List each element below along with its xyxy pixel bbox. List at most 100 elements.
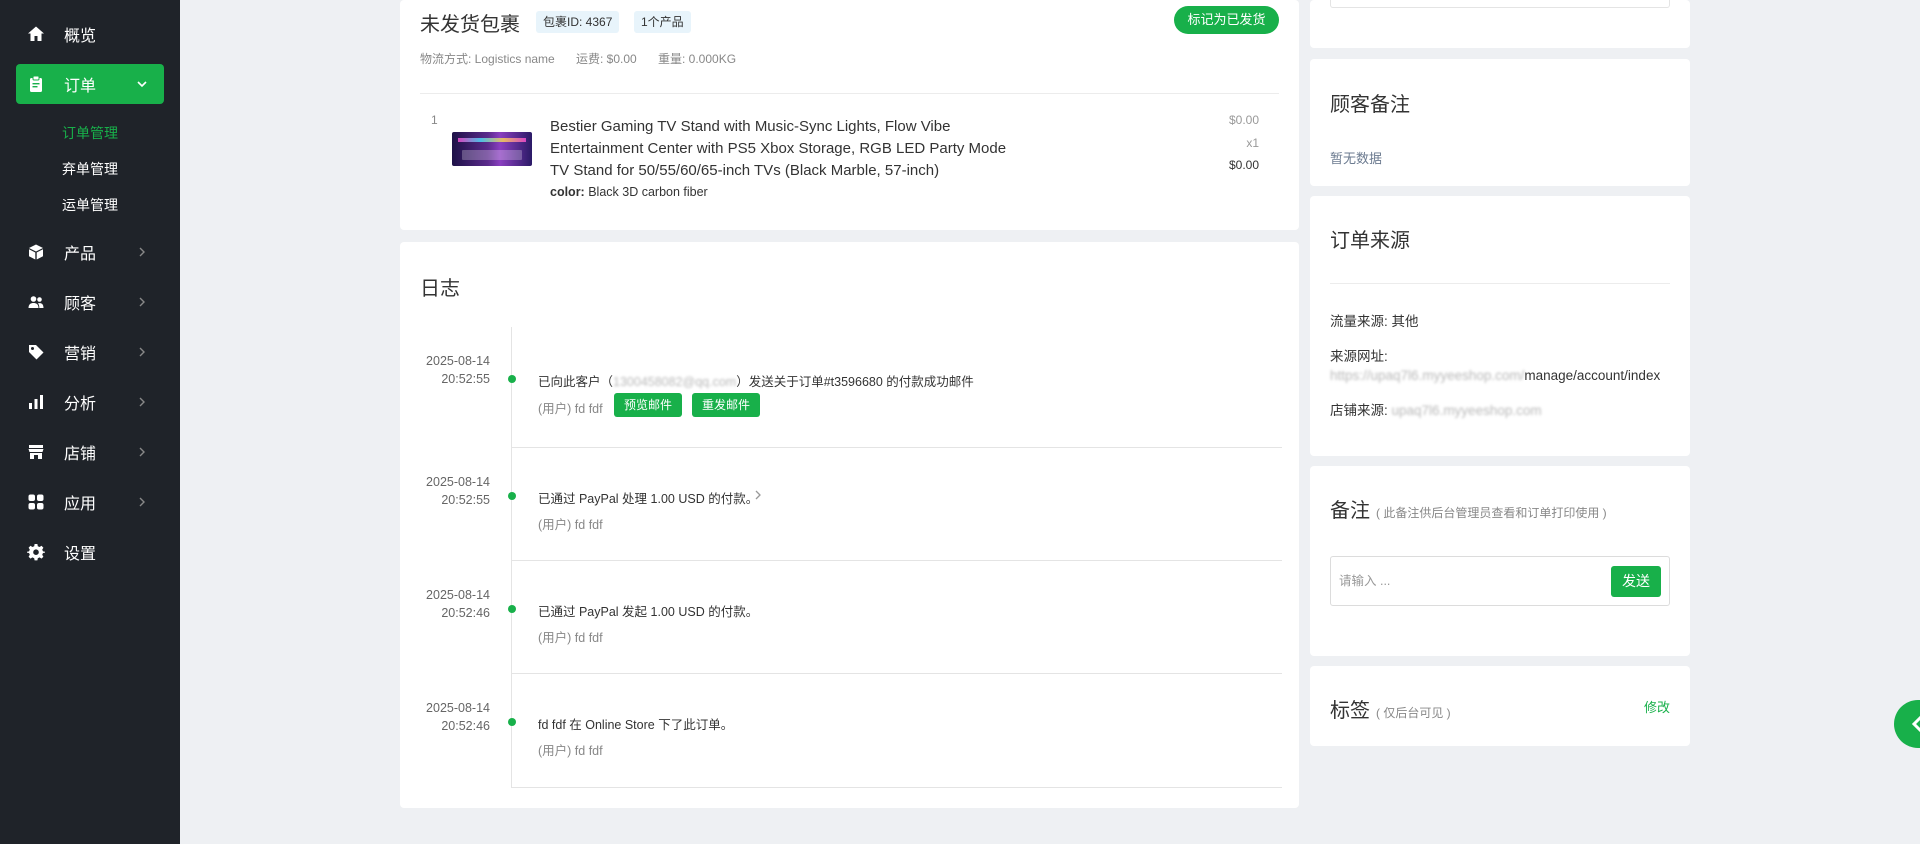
sidebar-item-store[interactable]: 店铺 xyxy=(16,432,164,472)
scrolled-field-edge xyxy=(1330,0,1670,8)
sidebar-subitem-shipments[interactable]: 运单管理 xyxy=(62,195,118,215)
log-separator xyxy=(512,787,1282,788)
log-entry: 2025-08-14 20:52:55 已向此客户（1300458082@qq.… xyxy=(400,327,1302,448)
log-message: 已通过 PayPal 发起 1.00 USD 的付款。 xyxy=(538,605,759,619)
line-item-index: 1 xyxy=(431,113,438,127)
sidebar-item-label: 订单 xyxy=(64,78,97,95)
sidebar-item-label: 店铺 xyxy=(64,446,97,463)
log-user: (用户) fd fdf xyxy=(538,402,603,416)
home-icon xyxy=(26,24,46,44)
sidebar-item-marketing[interactable]: 营销 xyxy=(16,332,164,372)
package-id-badge: 包裹ID: 4367 xyxy=(536,11,620,33)
product-thumbnail[interactable] xyxy=(452,132,532,166)
chevron-right-icon xyxy=(139,297,145,307)
traffic-source-label: 流量来源: xyxy=(1330,314,1392,329)
timeline-dot xyxy=(508,492,516,500)
store-source-value: upaq7l6.myyeeshop.com xyxy=(1391,403,1542,418)
timeline-dot xyxy=(508,375,516,383)
product-count-badge: 1个产品 xyxy=(634,11,691,33)
log-user: (用户) fd fdf xyxy=(538,744,603,758)
sidebar-item-label: 产品 xyxy=(64,246,97,263)
mark-shipped-button[interactable]: 标记为已发货 xyxy=(1174,6,1279,34)
divider xyxy=(1330,283,1670,284)
sidebar-item-label: 设置 xyxy=(64,546,97,563)
store-source: 店铺来源: upaq7l6.myyeeshop.com xyxy=(1330,401,1680,420)
timeline-dot xyxy=(508,605,516,613)
log-entry: 2025-08-14 20:52:46 已通过 PayPal 发起 1.00 U… xyxy=(400,561,1302,674)
sidebar-item-label: 顾客 xyxy=(64,296,97,313)
log-time: 20:52:46 xyxy=(441,719,490,733)
gear-icon xyxy=(26,542,46,562)
remarks-header: 备注 ( 此备注供后台管理员查看和订单打印使用 ) xyxy=(1330,494,1607,523)
log-time: 20:52:46 xyxy=(441,606,490,620)
log-time: 20:52:55 xyxy=(441,372,490,386)
quantity: x1 xyxy=(1246,136,1259,150)
shipping-fee: 运费: $0.00 xyxy=(576,52,637,66)
variant-value: Black 3D carbon fiber xyxy=(588,185,708,199)
log-date: 2025-08-14 xyxy=(426,701,490,715)
order-source-card: 订单来源 流量来源: 其他 来源网址: https://upaq7l6.myye… xyxy=(1310,196,1690,456)
chevron-down-icon xyxy=(137,81,147,88)
remarks-card: 备注 ( 此备注供后台管理员查看和订单打印使用 ) 发送 xyxy=(1310,466,1690,656)
clipboard-icon xyxy=(26,74,46,94)
package-weight: 重量: 0.000KG xyxy=(658,52,737,66)
log-card: 日志 2025-08-14 20:52:55 已向此客户（1300458082@… xyxy=(400,242,1299,808)
remarks-input[interactable] xyxy=(1339,569,1589,593)
sidebar-item-products[interactable]: 产品 xyxy=(16,232,164,272)
log-timestamp: 2025-08-14 20:52:55 xyxy=(400,473,490,509)
edit-tags-link[interactable]: 修改 xyxy=(1644,697,1670,716)
chevron-right-icon xyxy=(139,447,145,457)
chevron-left-icon xyxy=(1911,715,1920,733)
log-time: 20:52:55 xyxy=(441,493,490,507)
sidebar-subitem-abandoned-orders[interactable]: 弃单管理 xyxy=(62,159,118,179)
log-date: 2025-08-14 xyxy=(426,354,490,368)
log-date: 2025-08-14 xyxy=(426,588,490,602)
log-user: (用户) fd fdf xyxy=(538,518,603,532)
divider xyxy=(420,93,1279,94)
product-variant: color: Black 3D carbon fiber xyxy=(550,185,708,199)
sidebar: 概览 订单 订单管理 弃单管理 运单管理 产品 顾客 营销 分析 店铺 应用 设… xyxy=(0,0,180,844)
customer-notes-empty: 暂无数据 xyxy=(1330,151,1383,166)
sidebar-item-label: 概览 xyxy=(64,28,97,45)
sidebar-item-analytics[interactable]: 分析 xyxy=(16,382,164,422)
source-url-label: 来源网址: xyxy=(1330,349,1388,364)
tags-title: 标签 xyxy=(1330,700,1370,722)
apps-icon xyxy=(26,492,46,512)
box-icon xyxy=(26,242,46,262)
chevron-right-icon[interactable] xyxy=(752,489,764,501)
resend-email-button[interactable]: 重发邮件 xyxy=(692,393,761,417)
sidebar-item-orders[interactable]: 订单 xyxy=(16,64,164,104)
bar-chart-icon xyxy=(26,392,46,412)
send-button[interactable]: 发送 xyxy=(1611,566,1661,597)
tags-subtitle: ( 仅后台可见 ) xyxy=(1376,706,1451,720)
sidebar-item-settings[interactable]: 设置 xyxy=(16,532,164,572)
product-title[interactable]: Bestier Gaming TV Stand with Music-Sync … xyxy=(550,116,1010,182)
sidebar-item-apps[interactable]: 应用 xyxy=(16,482,164,522)
panel-toggle-button[interactable] xyxy=(1894,700,1920,748)
shipping-method: 物流方式: Logistics name xyxy=(420,52,555,66)
sidebar-item-customers[interactable]: 顾客 xyxy=(16,282,164,322)
remarks-input-box: 发送 xyxy=(1330,556,1670,606)
preview-email-button[interactable]: 预览邮件 xyxy=(614,393,683,417)
customer-notes-title: 顾客备注 xyxy=(1330,94,1410,116)
sidebar-subitem-order-management[interactable]: 订单管理 xyxy=(62,123,118,143)
sidebar-item-label: 营销 xyxy=(64,346,97,363)
traffic-source-value: 其他 xyxy=(1391,314,1419,329)
order-source-title: 订单来源 xyxy=(1330,230,1410,252)
source-url-blurred: https://upaq7l6.myyeeshop.com/ xyxy=(1330,368,1525,383)
customer-email: 1300458082@qq.com xyxy=(613,375,737,389)
tag-icon xyxy=(26,342,46,362)
chevron-right-icon xyxy=(139,247,145,257)
source-url-visible: manage/account/index xyxy=(1524,368,1661,383)
log-title: 日志 xyxy=(420,278,460,300)
log-entry: 2025-08-14 20:52:55 已通过 PayPal 处理 1.00 U… xyxy=(400,448,1302,561)
log-message: fd fdf 在 Online Store 下了此订单。 xyxy=(538,718,734,732)
log-entry: 2025-08-14 20:52:46 fd fdf 在 Online Stor… xyxy=(400,674,1302,788)
sidebar-item-overview[interactable]: 概览 xyxy=(16,14,164,54)
log-text-prefix: 已向此客户（ xyxy=(538,375,614,389)
source-url: 来源网址: https://upaq7l6.myyeeshop.com/mana… xyxy=(1330,347,1680,385)
users-icon xyxy=(26,292,46,312)
log-user: (用户) fd fdf xyxy=(538,631,603,645)
log-message: 已向此客户（1300458082@qq.com）发送关于订单#t3596680 … xyxy=(538,371,974,390)
package-title: 未发货包裹 xyxy=(420,14,520,36)
